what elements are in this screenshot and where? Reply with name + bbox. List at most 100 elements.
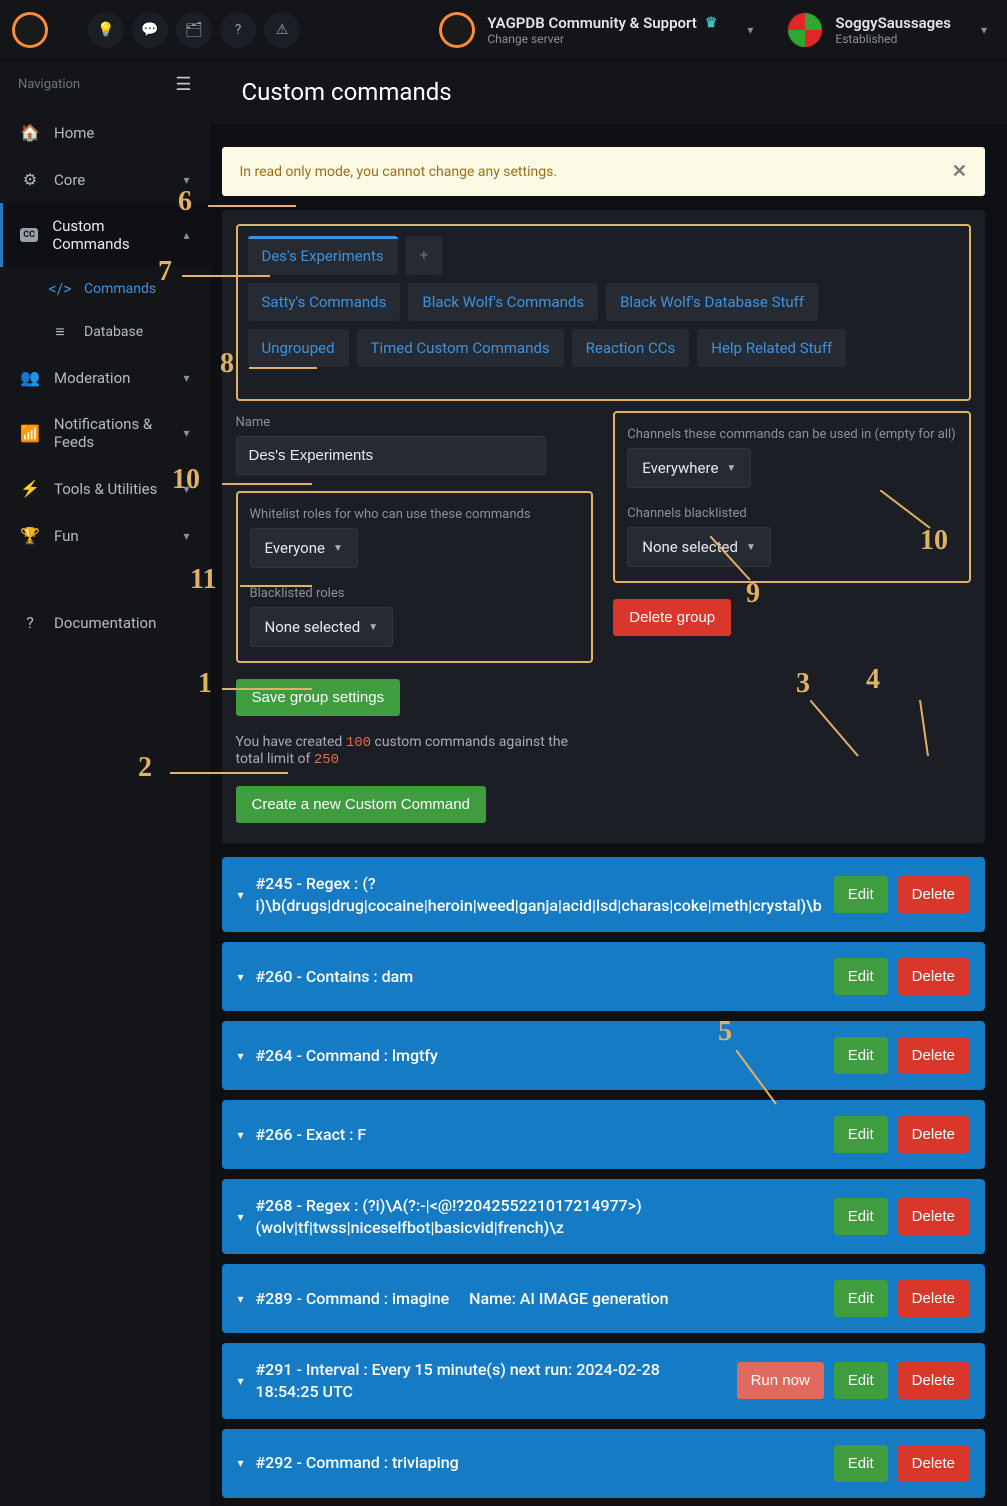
channels-bl-dropdown[interactable]: None selected ▼ [627, 527, 771, 567]
dropdown-value: None selected [265, 618, 361, 636]
command-actions: Run now Edit Delete [737, 1362, 969, 1399]
caret-down-icon: ▼ [726, 463, 736, 474]
bolt-icon: ⚡ [20, 479, 40, 498]
chevron-down-icon: ▾ [238, 888, 244, 902]
server-selector[interactable]: YAGPDB Community & Support ♛ Change serv… [425, 12, 767, 48]
sidebar-item-label: Database [84, 324, 143, 340]
command-row[interactable]: ▾#268 - Regex : (?i)\A(?:-|<@!?204255221… [222, 1179, 986, 1254]
top-bar: 💡 💬 🗂 ? ⚠ YAGPDB Community & Support ♛ C… [0, 0, 1007, 60]
sidebar-sub-commands[interactable]: </> Commands [30, 267, 210, 310]
sidebar-item-fun[interactable]: 🏆 Fun ▾ [0, 512, 210, 559]
channels-label: Channels these commands can be used in (… [627, 427, 957, 442]
sidebar-item-core[interactable]: ⚙ Core ▾ [0, 156, 210, 203]
delete-button[interactable]: Delete [898, 958, 969, 995]
avatar-icon [787, 12, 823, 48]
blacklist-dropdown[interactable]: None selected ▼ [250, 607, 394, 647]
caret-down-icon: ▼ [333, 543, 343, 554]
bulb-icon[interactable]: 💡 [88, 12, 124, 48]
save-group-button[interactable]: Save group settings [236, 679, 401, 716]
dropdown-value: None selected [642, 538, 738, 556]
server-name: YAGPDB Community & Support [487, 14, 696, 32]
delete-button[interactable]: Delete [898, 1280, 969, 1317]
page-title: Custom commands [210, 60, 1007, 125]
sidebar-sub-database[interactable]: ≡ Database [30, 310, 210, 354]
channels-dropdown[interactable]: Everywhere ▼ [627, 448, 751, 488]
card-icon[interactable]: 🗂 [176, 12, 212, 48]
chevron-down-icon: ▾ [183, 482, 189, 496]
command-actions: Edit Delete [834, 1037, 969, 1074]
tab-item[interactable]: Satty's Commands [248, 283, 401, 321]
command-row[interactable]: ▾ #260 - Contains : dam Edit Delete [222, 942, 986, 1011]
chat-icon[interactable]: 💬 [132, 12, 168, 48]
tab-item[interactable]: Timed Custom Commands [357, 329, 564, 367]
tab-item[interactable]: Reaction CCs [572, 329, 690, 367]
edit-button[interactable]: Edit [834, 876, 888, 913]
main-content: Custom commands In read only mode, you c… [210, 60, 1007, 1506]
delete-group-button[interactable]: Delete group [613, 599, 731, 636]
delete-button[interactable]: Delete [898, 1362, 969, 1399]
create-command-button[interactable]: Create a new Custom Command [236, 786, 486, 823]
app-logo-icon [12, 12, 48, 48]
command-row[interactable]: ▾#245 - Regex : (?i)\b(drugs|drug|cocain… [222, 857, 986, 932]
edit-button[interactable]: Edit [834, 1362, 888, 1399]
command-list: ▾#245 - Regex : (?i)\b(drugs|drug|cocain… [210, 857, 1007, 1498]
tab-item[interactable]: Help Related Stuff [697, 329, 846, 367]
command-row[interactable]: ▾#289 - Command : imagine Name: AI IMAGE… [222, 1264, 986, 1333]
alert-text: In read only mode, you cannot change any… [240, 164, 558, 180]
home-icon: 🏠 [20, 123, 40, 142]
chevron-down-icon: ▾ [238, 970, 244, 984]
edit-button[interactable]: Edit [834, 1280, 888, 1317]
name-label: Name [236, 415, 594, 430]
sidebar-item-tools[interactable]: ⚡ Tools & Utilities ▾ [0, 465, 210, 512]
tab-add[interactable]: + [406, 236, 443, 275]
run-now-button[interactable]: Run now [737, 1362, 824, 1399]
question-icon: ? [20, 613, 40, 632]
close-icon[interactable]: ✕ [952, 161, 967, 182]
sidebar-item-moderation[interactable]: 👥 Moderation ▾ [0, 354, 210, 401]
sidebar-item-custom-commands[interactable]: CC Custom Commands ▴ [0, 203, 210, 267]
chevron-down-icon: ▾ [238, 1292, 244, 1306]
gear-icon: ⚙ [20, 170, 40, 189]
command-text: #260 - Contains : dam [256, 966, 822, 988]
help-icon[interactable]: ? [220, 12, 256, 48]
command-text: #266 - Exact : F [256, 1124, 822, 1146]
delete-button[interactable]: Delete [898, 1037, 969, 1074]
command-text: #291 - Interval : Every 15 minute(s) nex… [256, 1359, 725, 1402]
command-text: #268 - Regex : (?i)\A(?:-|<@!?2042552210… [256, 1195, 822, 1238]
command-row[interactable]: ▾#291 - Interval : Every 15 minute(s) ne… [222, 1343, 986, 1418]
sidebar-item-documentation[interactable]: ? Documentation [0, 599, 210, 646]
edit-button[interactable]: Edit [834, 1037, 888, 1074]
database-icon: ≡ [50, 322, 70, 342]
whitelist-dropdown[interactable]: Everyone ▼ [250, 528, 358, 568]
command-row[interactable]: ▾#292 - Command : triviapingEditDelete [222, 1429, 986, 1498]
delete-button[interactable]: Delete [898, 1445, 969, 1482]
tab-active[interactable]: Des's Experiments [248, 236, 398, 275]
menu-toggle-icon[interactable]: ☰ [175, 74, 191, 95]
delete-button[interactable]: Delete [898, 1116, 969, 1153]
channels-bl-label: Channels blacklisted [627, 506, 957, 521]
edit-button[interactable]: Edit [834, 958, 888, 995]
sidebar-item-label: Fun [54, 527, 79, 545]
tab-item[interactable]: Ungrouped [248, 329, 349, 367]
blacklist-label: Blacklisted roles [250, 586, 580, 601]
chevron-down-icon: ▾ [183, 173, 189, 187]
sidebar-item-label: Commands [84, 281, 156, 297]
tab-item[interactable]: Black Wolf's Database Stuff [606, 283, 818, 321]
command-row[interactable]: ▾#264 - Command : lmgtfyEditDelete [222, 1021, 986, 1090]
group-name-input[interactable] [236, 436, 546, 475]
edit-button[interactable]: Edit [834, 1198, 888, 1235]
command-actions: Edit Delete [834, 876, 969, 913]
sidebar-item-home[interactable]: 🏠 Home [0, 109, 210, 156]
tab-item[interactable]: Black Wolf's Commands [408, 283, 598, 321]
read-only-alert: In read only mode, you cannot change any… [222, 147, 986, 196]
command-row[interactable]: ▾#266 - Exact : FEditDelete [222, 1100, 986, 1169]
alert-icon[interactable]: ⚠ [264, 12, 300, 48]
edit-button[interactable]: Edit [834, 1445, 888, 1482]
sidebar-item-notifications[interactable]: 📶 Notifications & Feeds ▾ [0, 401, 210, 465]
role-restrictions: Whitelist roles for who can use these co… [236, 491, 594, 663]
delete-button[interactable]: Delete [898, 876, 969, 913]
command-actions: Edit Delete [834, 1280, 969, 1317]
user-menu[interactable]: SoggySaussages Established ▾ [767, 12, 1007, 48]
delete-button[interactable]: Delete [898, 1198, 969, 1235]
edit-button[interactable]: Edit [834, 1116, 888, 1153]
